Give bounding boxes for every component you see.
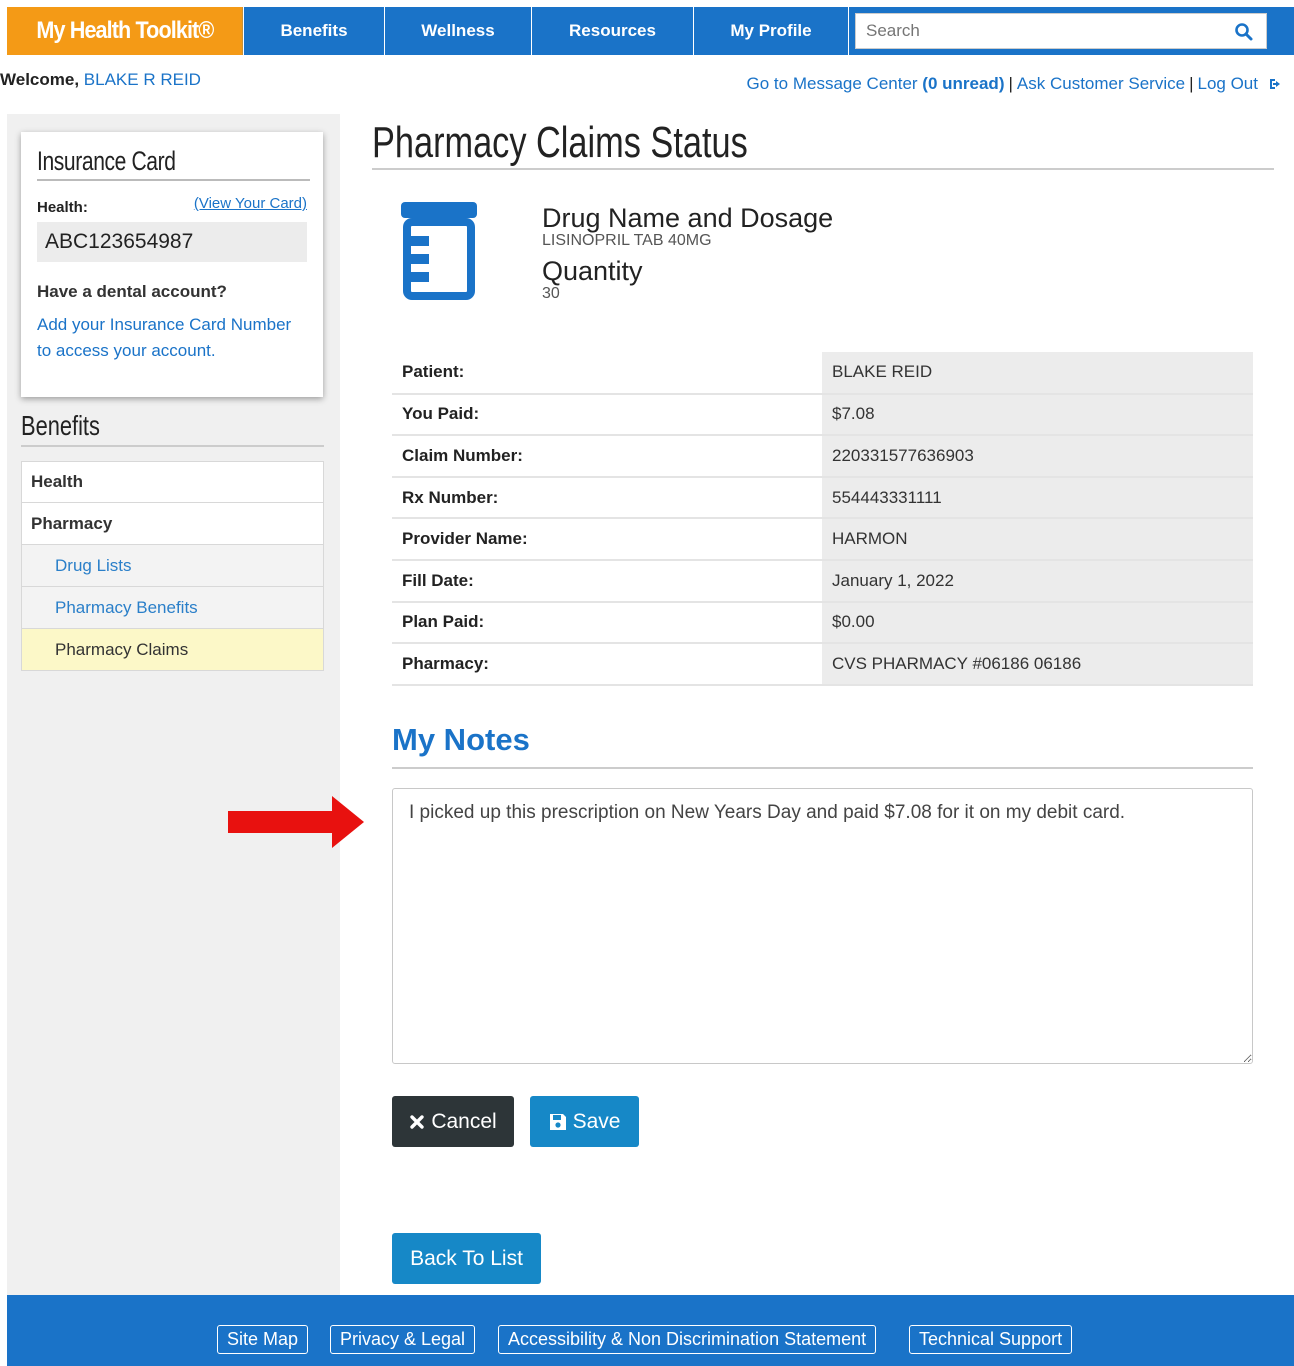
sidebar-item-pharmacy[interactable]: Pharmacy: [21, 503, 324, 545]
claim-field-value: $7.08: [822, 393, 1253, 437]
save-label: Save: [572, 1109, 621, 1133]
divider: [392, 767, 1253, 769]
claim-field-value: BLAKE REID: [822, 352, 1253, 395]
nav-resources[interactable]: Resources: [532, 7, 694, 55]
footer-technical-support-link[interactable]: Technical Support: [909, 1325, 1073, 1354]
footer-privacy-legal-link[interactable]: Privacy & Legal: [330, 1325, 476, 1354]
ask-customer-service-link[interactable]: Ask Customer Service: [1017, 74, 1185, 94]
search-input[interactable]: [856, 16, 1216, 46]
claim-field-label: You Paid:: [392, 393, 822, 437]
notes-heading: My Notes: [392, 722, 530, 757]
site-logo[interactable]: My Health Toolkit®: [7, 7, 243, 55]
nav-my-profile[interactable]: My Profile: [694, 7, 849, 55]
log-out-link[interactable]: Log Out: [1198, 74, 1259, 94]
message-center-link[interactable]: Go to Message Center: [747, 74, 918, 94]
table-row: Provider Name: HARMON: [392, 518, 1253, 561]
drug-name-value: LISINOPRIL TAB 40MG: [542, 232, 712, 249]
divider: [21, 445, 324, 447]
utility-links: Go to Message Center (0 unread) | Ask Cu…: [747, 74, 1284, 94]
drug-info: Drug Name and Dosage LISINOPRIL TAB 40MG…: [542, 203, 833, 303]
health-label: Health:: [37, 199, 88, 216]
view-card-link[interactable]: (View Your Card): [194, 195, 307, 216]
claim-field-label: Plan Paid:: [392, 601, 822, 645]
claim-field-value: 554443331111: [822, 476, 1253, 520]
dental-question: Have a dental account?: [37, 282, 227, 301]
divider: [372, 168, 1274, 170]
claim-field-label: Patient:: [392, 352, 822, 395]
save-button[interactable]: Save: [530, 1096, 639, 1147]
search-box: [855, 13, 1267, 49]
health-row: Health: (View Your Card): [37, 195, 307, 216]
table-row: Pharmacy: CVS PHARMACY #06186 06186: [392, 643, 1253, 686]
top-nav: My Health Toolkit® Benefits Wellness Res…: [7, 7, 1294, 55]
sidebar-item-health[interactable]: Health: [21, 461, 324, 503]
sidebar-item-drug-lists[interactable]: Drug Lists: [21, 545, 324, 587]
footer-site-map-link[interactable]: Site Map: [217, 1325, 309, 1354]
sidebar-item-pharmacy-claims[interactable]: Pharmacy Claims: [21, 629, 324, 671]
claim-field-label: Fill Date:: [392, 559, 822, 603]
nav-wellness[interactable]: Wellness: [385, 7, 532, 55]
add-dental-card-link[interactable]: Add your Insurance Card Number to access…: [37, 312, 307, 364]
table-row: Rx Number: 554443331111: [392, 476, 1253, 520]
table-row: Patient: BLAKE REID: [392, 352, 1253, 395]
benefits-heading: Benefits: [21, 410, 100, 441]
nav-benefits[interactable]: Benefits: [243, 7, 385, 55]
save-icon: [549, 1113, 566, 1130]
insurance-card-title: Insurance Card: [37, 146, 310, 181]
sidebar-item-pharmacy-benefits[interactable]: Pharmacy Benefits: [21, 587, 324, 629]
claim-field-value: $0.00: [822, 601, 1253, 645]
welcome-message: Welcome, BLAKE R REID: [0, 70, 201, 90]
table-row: Fill Date: January 1, 2022: [392, 559, 1253, 603]
table-row: You Paid: $7.08: [392, 393, 1253, 437]
cancel-label: Cancel: [431, 1109, 497, 1133]
claim-field-value: 220331577636903: [822, 435, 1253, 478]
separator: |: [1008, 74, 1013, 93]
claim-field-label: Rx Number:: [392, 476, 822, 520]
user-name-link[interactable]: BLAKE R REID: [84, 70, 201, 89]
footer: Site Map Privacy & Legal Accessibility &…: [7, 1295, 1294, 1366]
claim-field-label: Claim Number:: [392, 435, 822, 478]
insurance-card-panel: Insurance Card Health: (View Your Card) …: [21, 132, 323, 397]
table-row: Plan Paid: $0.00: [392, 601, 1253, 645]
benefits-nav: Health Pharmacy Drug Lists Pharmacy Bene…: [21, 461, 324, 671]
claim-field-value: January 1, 2022: [822, 559, 1253, 603]
left-sidebar: Insurance Card Health: (View Your Card) …: [7, 114, 340, 1295]
claim-details-table: Patient: BLAKE REID You Paid: $7.08 Claim Nu…: [392, 352, 1253, 686]
claim-field-label: Provider Name:: [392, 518, 822, 561]
claim-field-value: HARMON: [822, 518, 1253, 561]
pill-bottle-icon: [401, 202, 477, 300]
unread-count[interactable]: (0 unread): [922, 74, 1004, 94]
footer-accessibility-link[interactable]: Accessibility & Non Discrimination State…: [498, 1325, 877, 1354]
quantity-label: Quantity: [542, 256, 643, 286]
back-to-list-button[interactable]: Back To List: [392, 1233, 541, 1284]
claim-field-label: Pharmacy:: [392, 643, 822, 686]
table-row: Claim Number: 220331577636903: [392, 435, 1253, 478]
claim-field-value: CVS PHARMACY #06186 06186: [822, 643, 1253, 686]
quantity-value: 30: [542, 285, 560, 302]
close-icon: [410, 1114, 425, 1129]
annotation-arrow-icon: [228, 796, 364, 848]
logout-icon[interactable]: [1268, 77, 1284, 91]
notes-textarea[interactable]: I picked up this prescription on New Yea…: [392, 788, 1253, 1064]
welcome-label: Welcome,: [0, 70, 80, 89]
search-icon[interactable]: [1234, 22, 1254, 42]
drug-name-label: Drug Name and Dosage: [542, 203, 834, 233]
separator: |: [1189, 74, 1194, 93]
insurance-card-number: ABC123654987: [37, 222, 307, 262]
page-title: Pharmacy Claims Status: [372, 118, 748, 167]
cancel-button[interactable]: Cancel: [392, 1096, 514, 1147]
